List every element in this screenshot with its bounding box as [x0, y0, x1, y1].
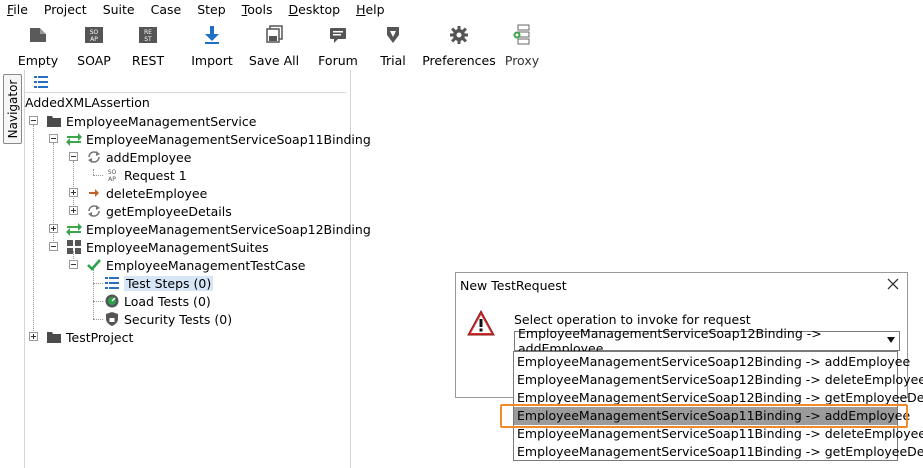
rest-button[interactable]: RE ST REST: [112, 20, 184, 68]
tree-list-view-icon[interactable]: [34, 76, 48, 88]
security-shield-icon: [104, 311, 120, 327]
menu-file[interactable]: File: [0, 1, 36, 19]
interface-icon: [66, 131, 82, 147]
tree-line: [93, 301, 103, 302]
proxy-icon: [511, 24, 533, 46]
import-button[interactable]: Import: [184, 20, 240, 68]
forum-button[interactable]: Forum: [308, 20, 368, 68]
tree-node-test-steps[interactable]: Test Steps (0): [104, 274, 214, 292]
menu-case[interactable]: Case: [143, 1, 190, 19]
empty-button[interactable]: Empty: [0, 20, 76, 68]
menu-step[interactable]: Step: [189, 1, 233, 19]
navigator-tab[interactable]: Navigator: [3, 74, 22, 144]
tree-node-soap11[interactable]: EmployeeManagementServiceSoap11Binding: [66, 130, 371, 148]
check-icon: [86, 257, 102, 273]
tree-node-testcase[interactable]: EmployeeManagementTestCase: [86, 256, 305, 274]
tree-header-separator: [24, 92, 346, 93]
folder-icon: [46, 329, 62, 345]
gear-icon: [448, 24, 470, 46]
expander-delete-employee[interactable]: [69, 188, 78, 197]
empty-project-icon: [27, 24, 49, 46]
dialog-title: New TestRequest: [460, 278, 567, 293]
save-all-button[interactable]: Save All: [240, 20, 308, 68]
forum-icon: [327, 24, 349, 46]
svg-text:ST: ST: [144, 36, 152, 43]
operation-icon: [86, 203, 102, 219]
tree-line: [93, 269, 94, 319]
interface-icon: [66, 221, 82, 237]
test-steps-icon: [104, 275, 120, 291]
tree-node-request1[interactable]: SO AP Request 1: [104, 166, 187, 184]
expander-add-employee[interactable]: [69, 152, 78, 161]
expander-test-project[interactable]: [29, 332, 38, 341]
soap-button[interactable]: SO AP SOAP: [76, 20, 112, 68]
svg-text:AP: AP: [90, 36, 98, 43]
tree-node-soap12[interactable]: EmployeeManagementServiceSoap12Binding: [66, 220, 371, 238]
expander-testcase[interactable]: [69, 260, 78, 269]
folder-icon: [46, 113, 62, 129]
one-way-operation-icon: [86, 185, 102, 201]
menu-bar: File Project Suite Case Step Tools Deskt…: [0, 0, 923, 19]
svg-text:SO: SO: [90, 29, 99, 36]
svg-text:SO: SO: [108, 169, 117, 176]
tree-line: [93, 319, 103, 320]
close-icon[interactable]: [885, 276, 901, 292]
tree-node-security-tests[interactable]: Security Tests (0): [104, 310, 232, 328]
menu-tools[interactable]: Tools: [234, 1, 281, 19]
import-icon: [201, 24, 223, 46]
toolbar: Empty SO AP SOAP RE ST REST Import Save Al…: [0, 20, 923, 68]
tree-node-add-employee[interactable]: addEmployee: [86, 148, 191, 166]
tree-line: [33, 125, 34, 337]
menu-project[interactable]: Project: [36, 1, 95, 19]
save-all-icon: [263, 24, 285, 46]
tree-node-test-project[interactable]: TestProject: [46, 328, 133, 346]
expander-soap12[interactable]: [49, 224, 58, 233]
tree-node-suites[interactable]: EmployeeManagementSuites: [66, 238, 269, 256]
menu-desktop[interactable]: Desktop: [280, 1, 348, 19]
tree-line: [93, 283, 103, 284]
load-test-icon: [104, 293, 120, 309]
annotation-highlight-box: [500, 404, 908, 428]
expander-suites[interactable]: [49, 242, 58, 251]
warning-icon: [467, 309, 495, 336]
tree-line: [73, 161, 74, 211]
menu-suite[interactable]: Suite: [95, 1, 143, 19]
expander-soap11[interactable]: [49, 134, 58, 143]
test-suite-icon: [66, 239, 82, 255]
tree-root-label: AddedXMLAssertion: [25, 95, 150, 110]
dropdown-option[interactable]: EmployeeManagementServiceSoap12Binding -…: [514, 371, 923, 389]
tree-node-service[interactable]: EmployeeManagementService: [46, 112, 256, 130]
tree-node-get-employee-details[interactable]: getEmployeeDetails: [86, 202, 232, 220]
svg-text:AP: AP: [108, 176, 116, 182]
expander-get-employee-details[interactable]: [69, 206, 78, 215]
soap-project-icon: SO AP: [83, 24, 105, 46]
chevron-down-icon[interactable]: [887, 337, 895, 343]
preferences-button[interactable]: Preferences: [418, 20, 500, 68]
dropdown-option[interactable]: EmployeeManagementServiceSoap12Binding -…: [514, 353, 910, 371]
proxy-button[interactable]: Proxy: [500, 20, 544, 68]
panel-left-border: [24, 70, 25, 468]
expander-service[interactable]: [29, 116, 38, 125]
svg-text:RE: RE: [144, 29, 152, 36]
tree-node-delete-employee[interactable]: deleteEmployee: [86, 184, 207, 202]
tree-line: [93, 175, 103, 176]
operation-select[interactable]: EmployeeManagementServiceSoap12Binding -…: [514, 326, 900, 356]
rest-project-icon: RE ST: [137, 24, 159, 46]
dropdown-option[interactable]: EmployeeManagementServiceSoap11Binding -…: [514, 443, 923, 461]
menu-help[interactable]: Help: [348, 1, 393, 19]
dialog-prompt: Select operation to invoke for request: [514, 312, 751, 327]
soap-request-icon: SO AP: [104, 167, 120, 183]
trial-button[interactable]: Trial: [368, 20, 418, 68]
trial-icon: [382, 24, 404, 46]
operation-icon: [86, 149, 102, 165]
tree-node-load-tests[interactable]: Load Tests (0): [104, 292, 211, 310]
